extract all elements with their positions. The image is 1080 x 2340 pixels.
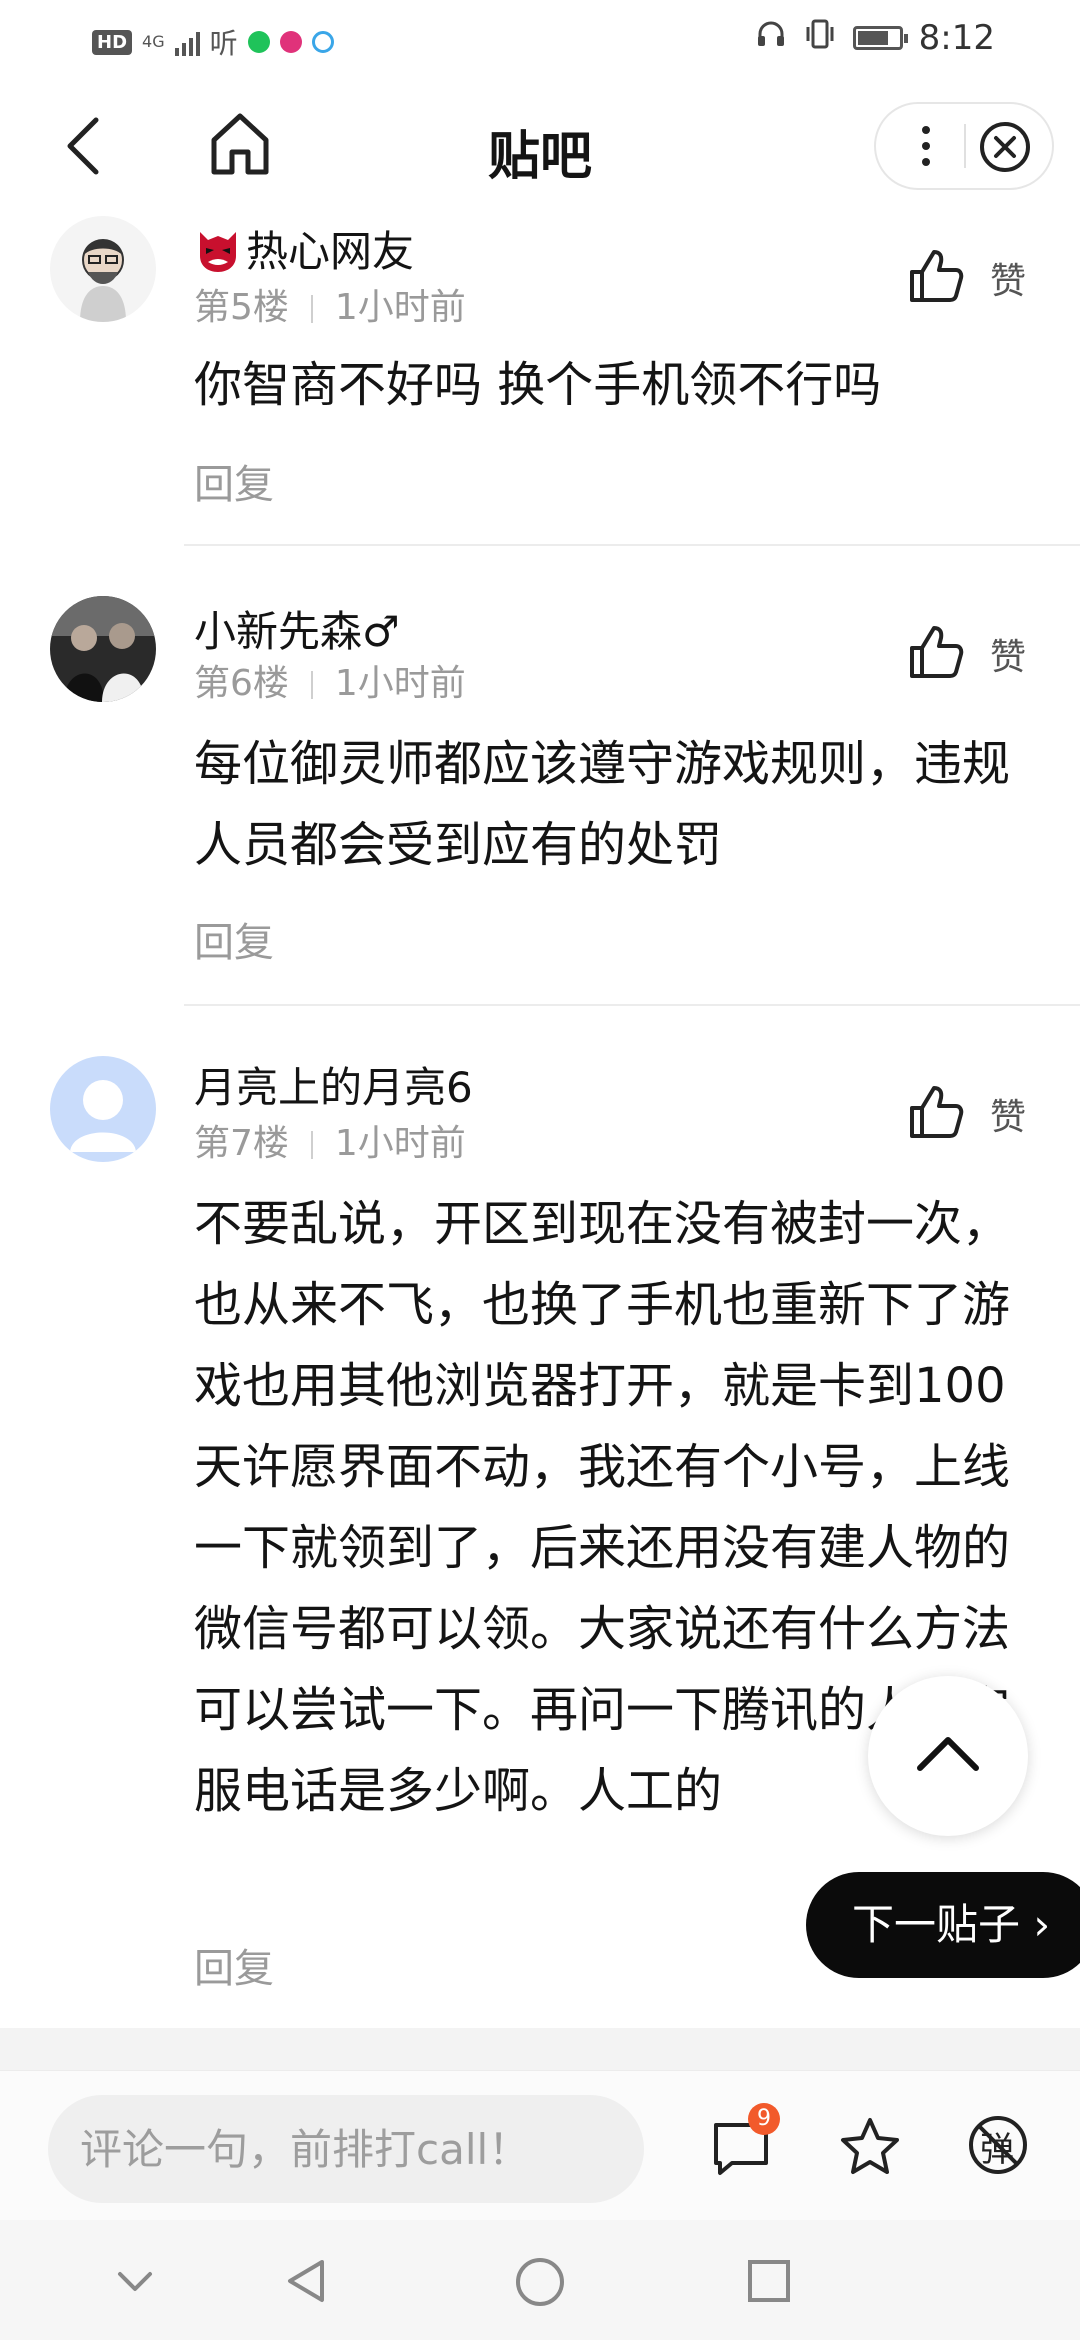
post-meta: 第7楼 1小时前	[194, 1114, 466, 1166]
app-icon-youku	[279, 31, 302, 53]
post-username[interactable]: 小新先森♂	[194, 598, 400, 659]
post-time: 1小时前	[334, 1123, 466, 1164]
mask-emoji-icon	[200, 232, 236, 272]
system-navigation-bar	[0, 2220, 1080, 2340]
comment-input[interactable]	[48, 2095, 644, 2203]
floor-number: 第6楼	[194, 663, 289, 704]
star-icon[interactable]	[838, 2115, 902, 2179]
post-meta: 第5楼 1小时前	[194, 278, 466, 330]
section-gap	[0, 2028, 1080, 2070]
post-floor-5: 热心网友 第5楼 1小时前 赞 你智商不好吗 换个手机领不行吗 回复	[0, 206, 1080, 546]
status-bar: HD 4G 听 8:12	[0, 0, 1080, 86]
status-left: HD 4G 听	[92, 22, 334, 62]
chevron-down-icon[interactable]	[110, 2256, 160, 2306]
status-time: 8:12	[918, 18, 995, 58]
mini-program-capsule	[874, 102, 1054, 190]
hd-badge: HD	[92, 29, 133, 55]
app-notification-label: 听	[209, 27, 238, 60]
reply-button[interactable]: 回复	[194, 1936, 274, 1994]
like-label[interactable]: 赞	[990, 252, 1026, 304]
post-meta: 第6楼 1小时前	[194, 654, 466, 706]
divider	[184, 544, 1080, 546]
thumbs-up-icon[interactable]	[906, 1082, 966, 1142]
post-username[interactable]: 月亮上的月亮6	[194, 1054, 473, 1115]
comment-count-badge: 9	[748, 2103, 780, 2135]
avatar[interactable]	[50, 1056, 156, 1162]
next-post-button[interactable]: 下一贴子 ›	[806, 1872, 1080, 1978]
avatar[interactable]	[50, 216, 156, 322]
recents-square-icon[interactable]	[744, 2256, 794, 2306]
danmaku-toggle-icon[interactable]: 弹	[966, 2113, 1030, 2177]
battery-icon	[852, 26, 908, 50]
thumbs-up-icon[interactable]	[906, 622, 966, 682]
close-circle-icon[interactable]	[976, 118, 1034, 176]
divider	[184, 1004, 1080, 1006]
post-floor-6: 小新先森♂ 第6楼 1小时前 赞 每位御灵师都应该遵守游戏规则，违规人员都会受到应…	[0, 586, 1080, 1006]
floor-number: 第7楼	[194, 1123, 289, 1164]
thumbs-up-icon[interactable]	[906, 246, 966, 306]
app-icon-iqiyi	[247, 31, 270, 53]
comment-bar: 9 弹	[0, 2070, 1080, 2221]
home-circle-icon[interactable]	[514, 2256, 566, 2308]
status-right: 8:12	[755, 18, 995, 58]
back-triangle-icon[interactable]	[282, 2256, 332, 2306]
nav-bar: 贴吧	[0, 86, 1080, 206]
post-time: 1小时前	[334, 287, 466, 328]
like-label[interactable]: 赞	[990, 628, 1026, 680]
app-icon-other	[311, 31, 334, 53]
like-label[interactable]: 赞	[990, 1088, 1026, 1140]
floor-number: 第5楼	[194, 287, 289, 328]
post-username-text: 热心网友	[246, 227, 415, 276]
post-content: 每位御灵师都应该遵守游戏规则，违规人员都会受到应有的处罚	[194, 736, 1011, 873]
headphones-icon	[755, 18, 787, 58]
reply-button[interactable]: 回复	[194, 452, 274, 510]
capsule-divider	[964, 124, 966, 168]
avatar[interactable]	[50, 596, 156, 702]
more-vertical-icon[interactable]	[906, 118, 946, 174]
signal-icon	[174, 28, 200, 56]
scroll-to-top-button[interactable]	[868, 1676, 1028, 1836]
post-floor-7: 月亮上的月亮6 第7楼 1小时前 赞 不要乱说，开区到现在没有被封一次，也从来不飞…	[0, 1046, 1080, 2016]
post-time: 1小时前	[334, 663, 466, 704]
vibrate-icon	[803, 18, 837, 58]
post-content: 你智商不好吗 换个手机领不行吗	[194, 357, 882, 413]
post-username[interactable]: 热心网友	[194, 218, 414, 279]
reply-button[interactable]: 回复	[194, 910, 274, 968]
danmaku-label: 弹	[980, 2130, 1014, 2170]
network-type: 4G	[142, 32, 165, 51]
chevron-up-icon	[917, 1737, 979, 1771]
